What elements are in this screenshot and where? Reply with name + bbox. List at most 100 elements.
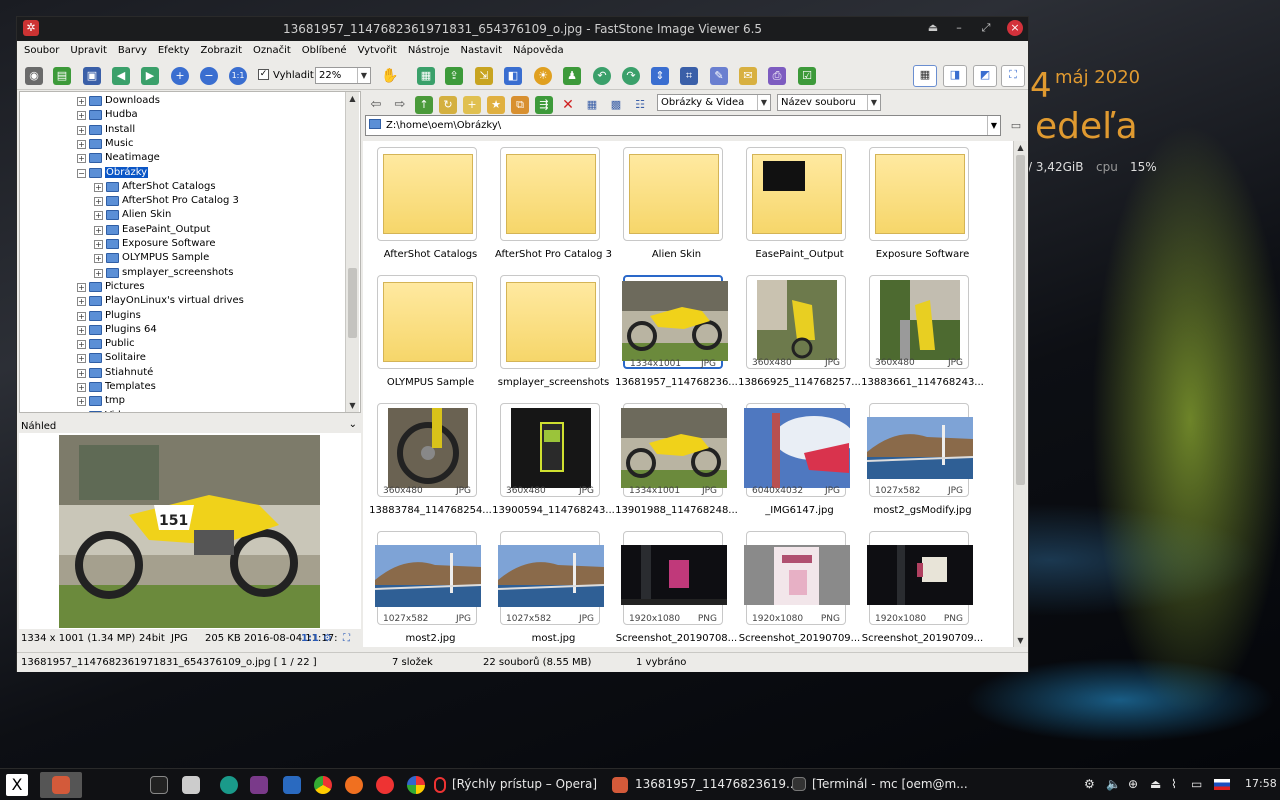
- image-thumbnail[interactable]: 1334x1001 JPG 13681957_114768236...: [615, 271, 738, 399]
- expand-icon[interactable]: +: [77, 411, 86, 412]
- image-thumbnail[interactable]: 1334x1001 JPG 13901988_114768248...: [615, 399, 738, 527]
- hand-icon[interactable]: ✋: [381, 67, 399, 85]
- menu-barvy[interactable]: Barvy: [111, 41, 151, 56]
- folder-thumbnail[interactable]: OLYMPUS Sample: [369, 271, 492, 399]
- email-icon[interactable]: ✉: [739, 67, 757, 85]
- compare-icon[interactable]: ◧: [504, 67, 522, 85]
- tree-item[interactable]: + Templates: [20, 380, 346, 394]
- expand-icon[interactable]: +: [77, 340, 86, 350]
- menu-soubor[interactable]: Soubor: [17, 41, 63, 56]
- print-icon[interactable]: ⎙: [768, 67, 786, 85]
- expand-icon[interactable]: +: [77, 397, 86, 407]
- sort-select[interactable]: Název souboru ▼: [777, 94, 881, 111]
- files-icon[interactable]: [182, 776, 200, 794]
- expand-icon[interactable]: +: [94, 225, 103, 235]
- tree-scrollbar[interactable]: ▲ ▼: [345, 92, 359, 412]
- expand-icon[interactable]: +: [77, 125, 86, 135]
- clock[interactable]: 17:58: [1245, 777, 1277, 790]
- expand-icon[interactable]: +: [94, 182, 103, 192]
- firefox-icon[interactable]: [345, 776, 363, 794]
- smooth-checkbox[interactable]: ✓: [258, 69, 269, 80]
- nav-forward-icon[interactable]: ⇨: [391, 96, 409, 114]
- layout-single-icon[interactable]: ◩: [973, 65, 997, 87]
- image-thumbnail[interactable]: 360x480 JPG 13866925_114768257...: [738, 271, 861, 399]
- preview-ratio[interactable]: 1:1: [301, 633, 319, 644]
- grid-scrollbar[interactable]: ▲ ▼: [1013, 141, 1027, 647]
- select-all-icon[interactable]: ▦: [583, 96, 601, 114]
- tree-item[interactable]: + Plugins: [20, 309, 346, 323]
- expand-icon[interactable]: +: [94, 197, 103, 207]
- folder-up-icon[interactable]: ↑: [415, 96, 433, 114]
- expand-icon[interactable]: +: [94, 240, 103, 249]
- chrome-icon[interactable]: [314, 776, 332, 794]
- expand-icon[interactable]: +: [77, 383, 86, 392]
- tree-item[interactable]: + smplayer_screenshots: [20, 266, 346, 280]
- media-icon[interactable]: [250, 776, 268, 794]
- rotate-right-icon[interactable]: ↷: [622, 67, 640, 85]
- tree-item[interactable]: − Obrázky: [20, 166, 346, 180]
- layout-browser-icon[interactable]: ▦: [913, 65, 937, 87]
- start-menu-icon[interactable]: X: [6, 774, 28, 796]
- opera-icon[interactable]: [376, 776, 394, 794]
- image-thumbnail[interactable]: 1920x1080 PNG Screenshot_20190708...: [615, 527, 738, 655]
- menu-nastroje[interactable]: Nástroje: [401, 41, 454, 56]
- folder-thumbnail[interactable]: AfterShot Catalogs: [369, 143, 492, 271]
- menu-efekty[interactable]: Efekty: [151, 41, 194, 56]
- expand-icon[interactable]: +: [77, 325, 86, 335]
- filter-select[interactable]: Obrázky & Videa ▼: [657, 94, 771, 111]
- display-icon[interactable]: ▭: [1191, 777, 1202, 791]
- expand-icon[interactable]: +: [77, 111, 86, 121]
- clip-icon[interactable]: ⌇: [1171, 777, 1177, 791]
- zoom-in-icon[interactable]: +: [171, 67, 189, 85]
- rotate-left-icon[interactable]: ↶: [593, 67, 611, 85]
- scroll-up-icon[interactable]: ▲: [1014, 141, 1027, 154]
- tree-item[interactable]: + Hudba: [20, 108, 346, 122]
- keep-above-icon[interactable]: ⏏: [925, 20, 941, 36]
- tree-item[interactable]: + Exposure Software: [20, 237, 346, 251]
- tree-item[interactable]: + Solitaire: [20, 351, 346, 365]
- folder-thumbnail[interactable]: AfterShot Pro Catalog 3: [492, 143, 615, 271]
- favorite-folder-icon[interactable]: ★: [487, 96, 505, 114]
- taskbar-viewer[interactable]: 13681957_11476823619...: [635, 777, 798, 791]
- folder-thumbnail[interactable]: Alien Skin: [615, 143, 738, 271]
- tree-item[interactable]: + tmp: [20, 394, 346, 408]
- forward-icon[interactable]: ▶: [141, 67, 159, 85]
- tree-item[interactable]: + Downloads: [20, 94, 346, 108]
- expand-icon[interactable]: +: [77, 368, 86, 378]
- expand-icon[interactable]: +: [77, 97, 86, 106]
- image-thumbnail[interactable]: 1920x1080 PNG Screenshot_20190709...: [738, 527, 861, 655]
- expand-icon[interactable]: +: [77, 154, 86, 164]
- minimize-icon[interactable]: –: [951, 20, 967, 36]
- folder-thumbnail[interactable]: smplayer_screenshots: [492, 271, 615, 399]
- copy-to-icon[interactable]: ⧉: [511, 96, 529, 114]
- expand-icon[interactable]: +: [94, 254, 103, 264]
- scroll-down-icon[interactable]: ▼: [1014, 634, 1027, 647]
- tree-item[interactable]: + Music: [20, 137, 346, 151]
- image-thumbnail[interactable]: 1920x1080 PNG Screenshot_20190709...: [861, 527, 984, 655]
- title-bar[interactable]: ✲ 13681957_1147682361971831_654376109_o.…: [17, 17, 1028, 41]
- save-icon[interactable]: ▣: [83, 67, 101, 85]
- expand-icon[interactable]: +: [77, 311, 86, 321]
- actual-size-icon[interactable]: 1:1: [229, 67, 247, 85]
- keyboard-layout-flag-icon[interactable]: [1214, 779, 1230, 790]
- menu-vytvorit[interactable]: Vytvořit: [351, 41, 401, 56]
- menu-upravit[interactable]: Upravit: [63, 41, 111, 56]
- maximize-icon[interactable]: ⤢: [978, 20, 994, 36]
- tree-item[interactable]: + Video: [20, 409, 346, 412]
- tree-item[interactable]: + Public: [20, 337, 346, 351]
- slideshow-icon[interactable]: ▦: [417, 67, 435, 85]
- tree-item[interactable]: + OLYMPUS Sample: [20, 251, 346, 265]
- image-thumbnail[interactable]: 1027x582 JPG most2.jpg: [369, 527, 492, 655]
- path-combobox[interactable]: Z:\home\oem\Obrázky\ ▼: [365, 115, 1001, 136]
- tree-item[interactable]: + AfterShot Catalogs: [20, 180, 346, 194]
- expand-icon[interactable]: +: [77, 354, 86, 364]
- image-thumbnail[interactable]: 1027x582 JPG most2_gsModify.jpg: [861, 399, 984, 527]
- tree-item[interactable]: + Neatimage: [20, 151, 346, 165]
- editor-icon[interactable]: [283, 776, 301, 794]
- tree-item[interactable]: + AfterShot Pro Catalog 3: [20, 194, 346, 208]
- tree-item[interactable]: + Pictures: [20, 280, 346, 294]
- expand-icon[interactable]: +: [77, 282, 86, 292]
- taskbar-terminal[interactable]: [Terminál - mc [oem@m...: [812, 777, 968, 791]
- scroll-up-icon[interactable]: ▲: [346, 92, 359, 105]
- details-view-icon[interactable]: ☷: [631, 96, 649, 114]
